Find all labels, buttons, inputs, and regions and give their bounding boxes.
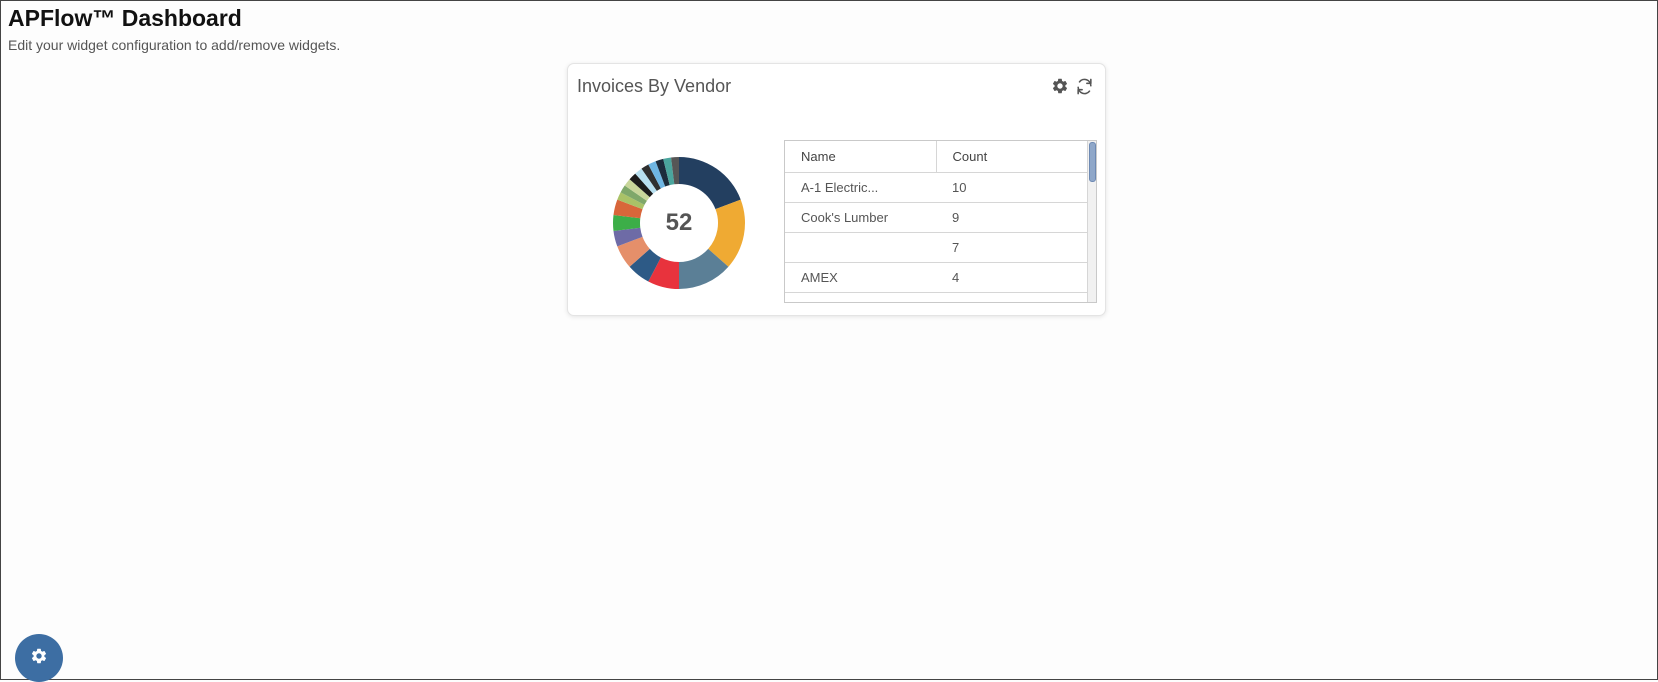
column-header-count[interactable]: Count: [936, 141, 1087, 173]
scrollbar-thumb[interactable]: [1089, 142, 1096, 182]
table-scrollbar[interactable]: [1087, 141, 1096, 302]
vendor-count-cell: 4: [936, 262, 1087, 293]
page-title: APFlow™ Dashboard: [8, 5, 242, 31]
table-header-row: Name Count: [785, 141, 1087, 173]
vendor-name-cell: [785, 232, 936, 263]
table-row[interactable]: Cook's Lumber 9: [785, 202, 1087, 233]
vendor-name-cell: AMEX: [785, 262, 936, 293]
vendor-count-cell: 7: [936, 232, 1087, 263]
table-row[interactable]: 7: [785, 232, 1087, 263]
vendor-name-cell: A-1 Electric...: [785, 172, 936, 203]
table-row[interactable]: A-1 Electric... 10: [785, 172, 1087, 203]
column-header-name[interactable]: Name: [785, 141, 937, 173]
refresh-icon[interactable]: [1073, 75, 1095, 97]
vendor-count-cell: 9: [936, 202, 1087, 233]
donut-slice[interactable]: [679, 157, 741, 210]
vendor-name-cell: Cook's Lumber: [785, 202, 936, 233]
vendor-donut-chart: 52: [609, 153, 749, 293]
gear-icon: [30, 647, 48, 670]
widget-toolbar: [1049, 75, 1095, 97]
table-row[interactable]: AMEX 4: [785, 262, 1087, 293]
invoices-by-vendor-widget: Invoices By Vendor 52 Name Count A-1 Ele…: [567, 63, 1106, 316]
dashboard-settings-button[interactable]: [15, 634, 63, 682]
gear-icon[interactable]: [1049, 75, 1071, 97]
donut-svg: [613, 157, 745, 289]
widget-title: Invoices By Vendor: [577, 76, 732, 96]
vendor-count-cell: 10: [936, 172, 1087, 203]
vendor-table: Name Count A-1 Electric... 10 Cook's Lum…: [784, 140, 1097, 303]
page-subtitle: Edit your widget configuration to add/re…: [8, 37, 341, 53]
